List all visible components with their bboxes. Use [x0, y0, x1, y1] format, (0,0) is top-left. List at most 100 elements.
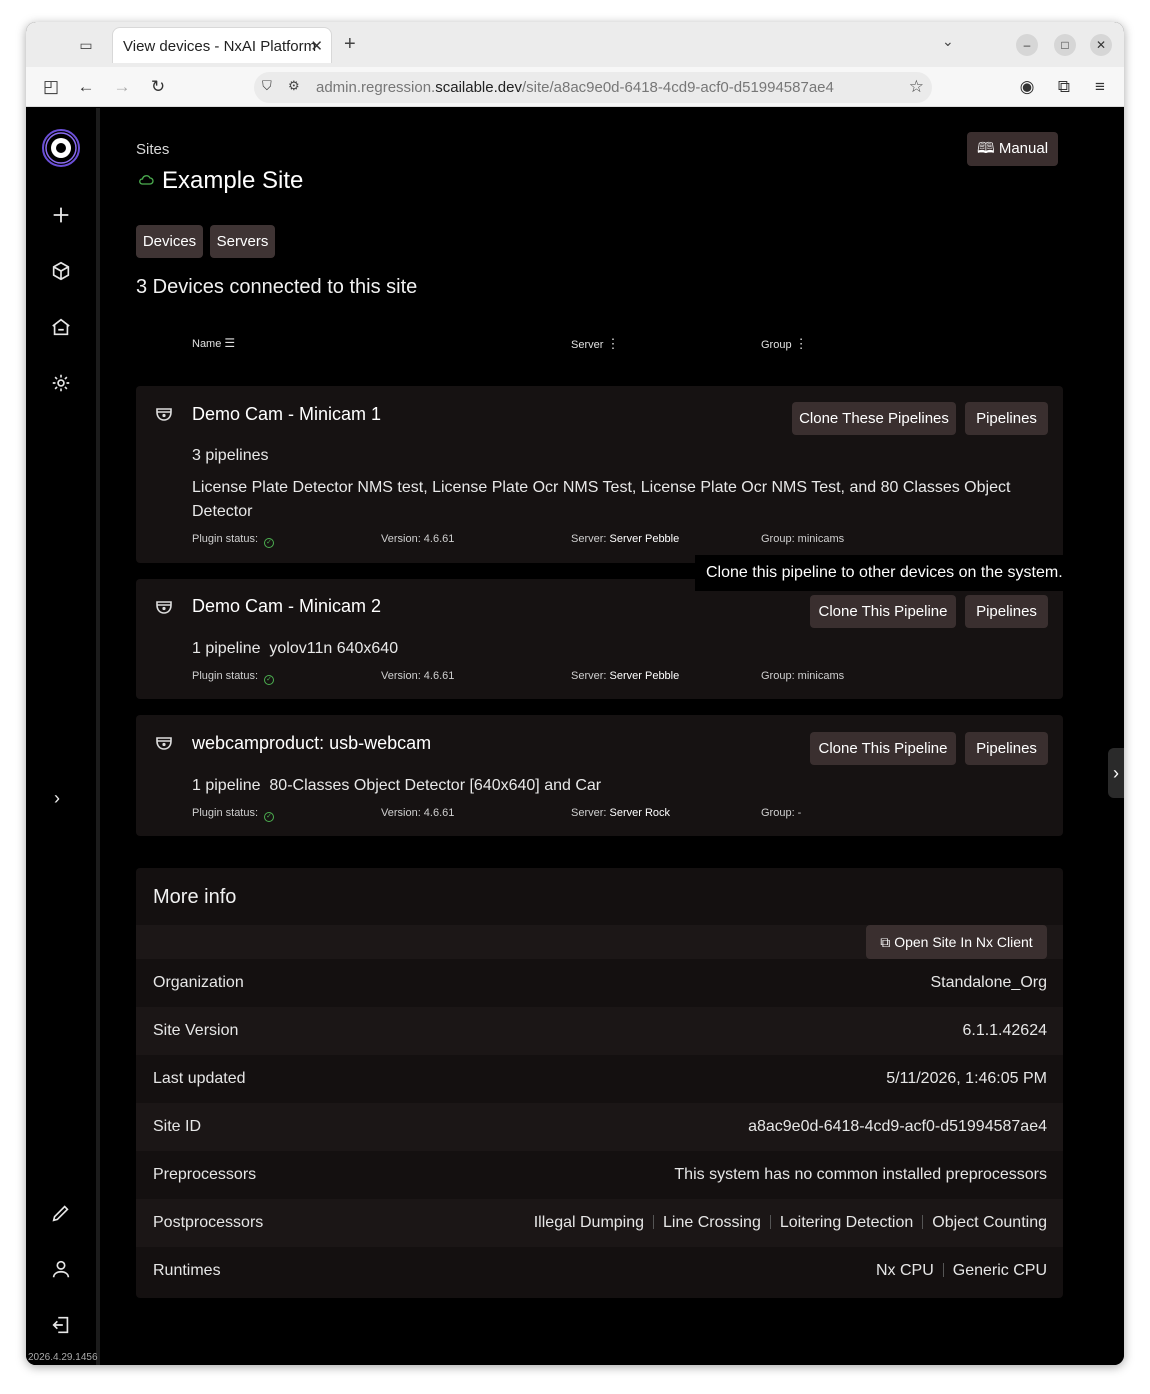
tab-servers[interactable]: Servers	[210, 225, 275, 258]
pipeline-list: 80-Classes Object Detector [640x640] and…	[269, 777, 602, 794]
row-label: Last updated	[153, 1070, 246, 1087]
clone-pipeline-button[interactable]: Clone This Pipeline	[810, 595, 956, 628]
column-header-group[interactable]: Group ⋮	[761, 336, 808, 352]
camera-icon	[156, 408, 172, 421]
device-card[interactable]: Demo Cam - Minicam 1 Clone These Pipelin…	[136, 386, 1063, 563]
row-label: Site Version	[153, 1022, 239, 1039]
sort-icon[interactable]: ☰	[224, 336, 235, 350]
postprocessor-item: Object Counting	[932, 1214, 1047, 1231]
extensions-icon[interactable]: ⧉	[1053, 76, 1075, 98]
app-version: 2026.4.29.1456	[28, 1352, 98, 1363]
pipeline-count: 1 pipeline 80-Classes Object Detector [6…	[192, 777, 602, 794]
cube-icon[interactable]	[50, 260, 78, 288]
device-name[interactable]: Demo Cam - Minicam 1	[192, 404, 381, 425]
shield-icon[interactable]: ⛉	[262, 78, 272, 94]
sidebar-toggle-icon[interactable]: ◰	[40, 76, 62, 98]
info-row-organization: Organization Standalone_Org	[136, 959, 1063, 1007]
back-icon[interactable]: ←	[75, 76, 97, 98]
column-header-server[interactable]: Server ⋮	[571, 336, 619, 352]
info-row-runtimes: Runtimes Nx CPU Generic CPU	[136, 1247, 1063, 1295]
chevron-right-icon[interactable]: ›	[54, 788, 60, 809]
app-root: › 2026.4.29.1456 Sites Example Site 🕮 Ma…	[26, 108, 1124, 1365]
chevron-down-icon[interactable]: ⌄	[942, 33, 954, 50]
column-header-name[interactable]: Name ☰	[192, 336, 235, 350]
check-icon: ✓	[264, 675, 275, 685]
clone-pipeline-button[interactable]: Clone This Pipeline	[810, 732, 956, 765]
reload-icon[interactable]: ↻	[147, 76, 169, 98]
pipelines-button[interactable]: Pipelines	[965, 595, 1048, 628]
pipeline-count: 3 pipelines	[192, 447, 269, 464]
logout-icon[interactable]	[50, 1314, 78, 1342]
window-close-icon[interactable]: ✕	[1090, 34, 1112, 56]
device-name[interactable]: Demo Cam - Minicam 2	[192, 596, 381, 617]
address-bar[interactable]: ⛉ ⚙ admin.regression.scailable.dev/site/…	[254, 72, 932, 103]
plugin-status: Plugin status: ✓	[192, 533, 275, 548]
info-row-postprocessors: Postprocessors Illegal Dumping Line Cross…	[136, 1199, 1063, 1247]
new-tab-icon[interactable]: +	[344, 33, 356, 56]
info-row-last-updated: Last updated 5/11/2026, 1:46:05 PM	[136, 1055, 1063, 1103]
device-server: Server: Server Rock	[571, 807, 671, 819]
cloud-icon	[139, 175, 154, 185]
close-icon[interactable]: ✕	[310, 37, 323, 55]
right-drawer-chevron-icon[interactable]: ›	[1108, 748, 1124, 798]
tooltip: Clone this pipeline to other devices on …	[695, 555, 1065, 591]
device-group: Group: minicams	[761, 670, 845, 682]
page-title: Example Site	[162, 167, 304, 194]
nxai-logo[interactable]	[41, 128, 81, 168]
devices-count-heading: 3 Devices connected to this site	[136, 276, 418, 298]
device-version: Version: 4.6.61	[381, 807, 455, 819]
open-site-label: Open Site In Nx Client	[894, 934, 1033, 950]
open-site-button[interactable]: ⧉ Open Site In Nx Client	[866, 925, 1047, 959]
tab-overview-icon[interactable]: ▭	[76, 35, 96, 55]
device-server: Server: Server Pebble	[571, 670, 680, 682]
device-group: Group: -	[761, 807, 802, 819]
pipeline-list: License Plate Detector NMS test, License…	[192, 479, 1011, 520]
pipelines-button[interactable]: Pipelines	[965, 402, 1048, 435]
row-label: Postprocessors	[153, 1214, 264, 1231]
user-icon[interactable]	[50, 1258, 78, 1286]
row-value: 5/11/2026, 1:46:05 PM	[886, 1070, 1047, 1087]
maximize-icon[interactable]: □	[1054, 34, 1076, 56]
browser-tab[interactable]: View devices - NxAI Platform ✕	[112, 27, 332, 63]
forward-icon[interactable]: →	[111, 76, 133, 98]
runtime-item: Nx CPU	[875, 1262, 934, 1279]
info-row-preprocessors: Preprocessors This system has no common …	[136, 1151, 1063, 1199]
url-text[interactable]: admin.regression.scailable.dev/site/a8ac…	[316, 79, 834, 96]
camera-icon	[156, 601, 172, 614]
plugin-status: Plugin status: ✓	[192, 670, 275, 685]
more-info-panel: More info ⧉ Open Site In Nx Client Organ…	[136, 868, 1063, 1298]
menu-icon[interactable]: ≡	[1089, 76, 1111, 98]
device-card[interactable]: webcamproduct: usb-webcam Clone This Pip…	[136, 715, 1063, 836]
row-label: Organization	[153, 974, 244, 991]
runtime-item: Generic CPU	[952, 1262, 1047, 1279]
device-group: Group: minicams	[761, 533, 845, 545]
pipeline-count: 1 pipeline yolov11n 640x640	[192, 640, 399, 657]
minimize-icon[interactable]: –	[1016, 34, 1038, 56]
more-vert-icon[interactable]: ⋮	[795, 336, 808, 351]
pencil-icon[interactable]	[50, 1202, 78, 1230]
postprocessor-list: Illegal Dumping Line Crossing Loitering De…	[534, 1214, 1047, 1232]
more-vert-icon[interactable]: ⋮	[606, 336, 619, 351]
account-icon[interactable]: ◉	[1016, 76, 1038, 98]
tab-title: View devices - NxAI Platform	[123, 38, 317, 55]
external-link-icon: ⧉	[880, 934, 895, 950]
device-name[interactable]: webcamproduct: usb-webcam	[192, 733, 431, 754]
pipelines-button[interactable]: Pipelines	[965, 732, 1048, 765]
clone-pipelines-button[interactable]: Clone These Pipelines	[792, 402, 956, 435]
add-icon[interactable]	[50, 204, 78, 232]
gear-icon[interactable]	[50, 372, 78, 400]
check-icon: ✓	[264, 812, 275, 822]
site-settings-icon[interactable]: ⚙	[288, 78, 300, 94]
home-icon[interactable]	[50, 316, 78, 344]
manual-label: Manual	[998, 140, 1049, 157]
plugin-status: Plugin status: ✓	[192, 807, 275, 822]
row-label: Preprocessors	[153, 1166, 257, 1183]
tab-devices[interactable]: Devices	[136, 225, 203, 258]
device-version: Version: 4.6.61	[381, 670, 455, 682]
device-card[interactable]: Demo Cam - Minicam 2 Clone This Pipeline…	[136, 579, 1063, 699]
sidebar: › 2026.4.29.1456	[26, 108, 100, 1365]
breadcrumb[interactable]: Sites	[136, 141, 169, 158]
star-icon[interactable]: ☆	[909, 77, 924, 97]
runtime-list: Nx CPU Generic CPU	[876, 1262, 1047, 1280]
manual-button[interactable]: 🕮 Manual	[967, 132, 1058, 166]
